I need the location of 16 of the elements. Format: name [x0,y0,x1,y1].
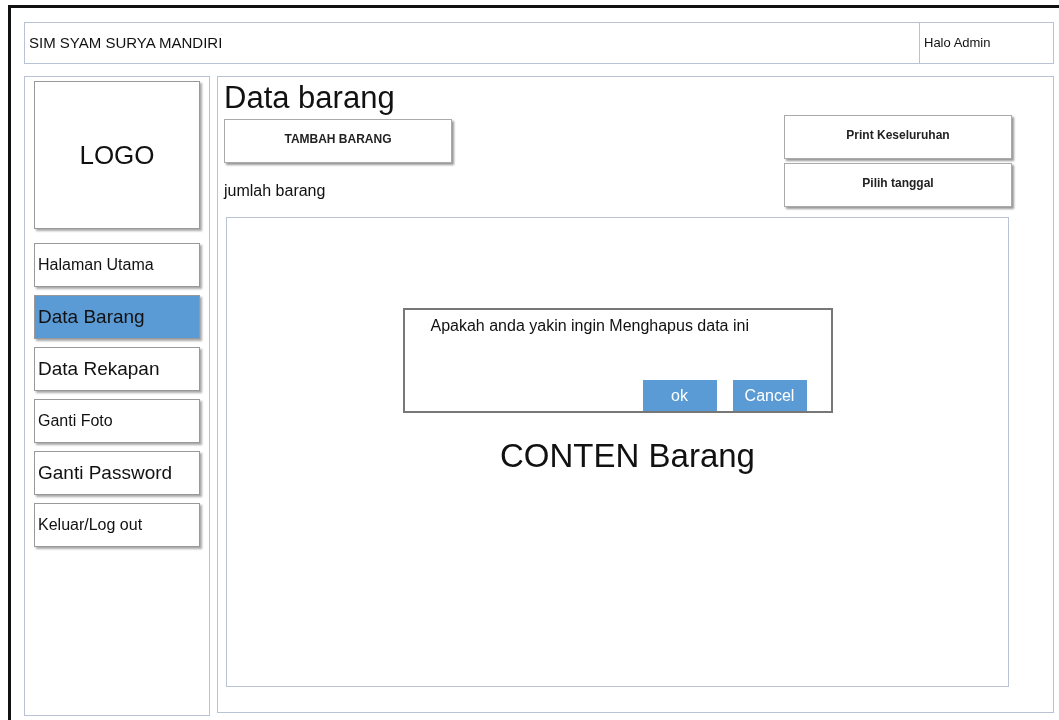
app-title: SIM SYAM SURYA MANDIRI [28,32,224,53]
date-picker-button[interactable]: Pilih tanggal [784,163,1012,208]
sidebar-item[interactable]: Ganti Foto [34,399,200,443]
sidebar-item[interactable]: Data Barang [34,295,200,339]
logo-text: LOGO [79,138,155,172]
content-label: CONTEN Barang [500,436,755,477]
sidebar-item[interactable]: Keluar/Log out [34,503,200,547]
sidebar-item[interactable]: Ganti Password [34,451,200,495]
add-item-button[interactable]: TAMBAH BARANG [224,119,452,164]
dialog-message: Apakah anda yakin ingin Menghapus data ini [430,316,750,337]
greeting-text: Halo Admin [919,23,1053,63]
sidebar-item[interactable]: Halaman Utama [34,243,200,287]
print-all-button[interactable]: Print Keseluruhan [784,115,1012,160]
item-count-label: jumlah barang [224,181,327,202]
page-title: Data barang [224,81,396,116]
sidebar-item[interactable]: Data Rekapan [34,347,200,391]
